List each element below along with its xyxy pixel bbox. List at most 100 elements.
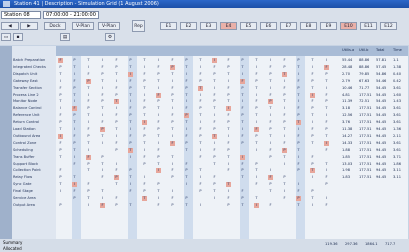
grid-cell[interactable]: F — [72, 106, 77, 112]
grid-cell[interactable]: I — [58, 133, 63, 139]
grid-cell[interactable]: F — [128, 79, 133, 84]
grid-cell[interactable]: I — [114, 79, 119, 84]
grid-cell[interactable]: I — [296, 72, 301, 77]
grid-cell[interactable]: T — [240, 175, 245, 180]
grid-cell[interactable]: P — [198, 189, 203, 194]
grid-cell[interactable]: T — [128, 147, 133, 153]
grid-cell[interactable]: P — [72, 58, 77, 63]
grid-cell[interactable]: F — [142, 127, 147, 132]
grid-cell[interactable]: F — [184, 79, 189, 84]
grid-cell[interactable]: T — [198, 168, 203, 173]
grid-cell[interactable]: P — [268, 182, 273, 187]
grid-cell[interactable]: P — [114, 120, 119, 125]
grid-cell[interactable]: F — [114, 86, 119, 91]
grid-cell[interactable]: T — [114, 99, 119, 105]
time-range-select[interactable]: 07:00:00 - 21:00:00 — [43, 11, 99, 19]
grid-cell[interactable]: P — [72, 113, 77, 118]
grid-cell[interactable]: T — [324, 79, 329, 84]
grid-cell[interactable]: T — [170, 127, 175, 132]
grid-cell[interactable]: F — [268, 203, 273, 208]
grid-cell[interactable]: T — [184, 65, 189, 70]
grid-cell[interactable]: I — [268, 141, 273, 146]
grid-cell[interactable]: P — [156, 72, 161, 77]
grid-cell[interactable]: F — [170, 196, 175, 201]
grid-cell[interactable]: F — [226, 141, 231, 146]
grid-cell[interactable]: F — [142, 155, 147, 160]
grid-cell[interactable]: I — [86, 148, 91, 153]
chart-icon[interactable]: ▤ — [60, 33, 70, 41]
grid-cell[interactable]: T — [142, 196, 147, 201]
grid-cell[interactable]: I — [268, 168, 273, 173]
grid-cell[interactable]: F — [310, 99, 315, 104]
grid-cell[interactable]: F — [282, 58, 287, 63]
grid-cell[interactable]: I — [100, 58, 105, 63]
grid-cell[interactable]: P — [142, 162, 147, 167]
grid-cell[interactable]: T — [100, 106, 105, 111]
grid-cell[interactable]: T — [296, 65, 301, 70]
grid-cell[interactable]: P — [212, 72, 217, 77]
grid-cell[interactable]: T — [240, 203, 245, 208]
grid-cell[interactable]: T — [128, 65, 133, 70]
grid-cell[interactable]: I — [156, 196, 161, 201]
grid-cell[interactable]: T — [240, 65, 245, 70]
grid-cell[interactable]: T — [282, 99, 287, 104]
grid-cell[interactable]: F — [254, 127, 259, 132]
grid-cell[interactable]: P — [114, 65, 119, 70]
grid-cell[interactable]: T — [170, 72, 175, 77]
grid-cell[interactable]: P — [170, 93, 175, 98]
grid-cell[interactable]: T — [86, 113, 91, 118]
grid-cell[interactable]: T — [296, 93, 301, 98]
grid-cell[interactable]: P — [114, 148, 119, 153]
grid-cell[interactable]: I — [100, 113, 105, 118]
grid-cell[interactable]: T — [296, 148, 301, 153]
grid-cell[interactable]: I — [212, 113, 217, 118]
grid-cell[interactable]: T — [310, 86, 315, 91]
grid-cell[interactable]: I — [282, 162, 287, 167]
grid-cell[interactable]: P — [296, 86, 301, 91]
grid-cell[interactable]: T — [198, 58, 203, 63]
grid-cell[interactable]: I — [212, 58, 217, 63]
grid-cell[interactable]: F — [212, 120, 217, 125]
grid-cell[interactable]: T — [100, 79, 105, 84]
grid-cell[interactable]: F — [268, 148, 273, 153]
grid-cell[interactable]: P — [184, 86, 189, 91]
grid-cell[interactable]: P — [184, 113, 189, 119]
grid-cell[interactable]: P — [268, 127, 273, 132]
grid-cell[interactable]: P — [268, 99, 273, 105]
grid-cell[interactable]: T — [142, 141, 147, 146]
grid-cell[interactable]: F — [72, 162, 77, 167]
grid-cell[interactable]: F — [142, 182, 147, 187]
grid-cell[interactable]: F — [268, 65, 273, 70]
tab-e8[interactable]: E8 — [300, 22, 317, 30]
grid-cell[interactable]: F — [58, 168, 63, 173]
grid-cell[interactable]: P — [100, 127, 105, 132]
nav-right-button[interactable]: ▶ — [20, 22, 38, 30]
grid-cell[interactable]: P — [156, 182, 161, 187]
grid-cell[interactable]: P — [254, 134, 259, 139]
grid-cell[interactable]: I — [184, 72, 189, 77]
grid-cell[interactable]: I — [198, 93, 203, 98]
grid-cell[interactable]: P — [170, 120, 175, 125]
grid-cell[interactable]: I — [128, 155, 133, 160]
grid-cell[interactable]: T — [142, 58, 147, 63]
grid-cell[interactable]: T — [282, 71, 287, 77]
grid-cell[interactable]: I — [128, 182, 133, 187]
grid-cell[interactable]: I — [58, 189, 63, 194]
grid-cell[interactable]: F — [324, 175, 329, 180]
grid-cell[interactable]: F — [254, 99, 259, 104]
grid-cell[interactable]: P — [142, 106, 147, 111]
grid-cell[interactable]: P — [184, 141, 189, 146]
grid-cell[interactable]: T — [86, 196, 91, 201]
grid-cell[interactable]: P — [198, 134, 203, 139]
grid-cell[interactable]: I — [100, 168, 105, 173]
grid-cell[interactable]: P — [142, 189, 147, 194]
grid-cell[interactable]: T — [324, 134, 329, 139]
grid-cell[interactable]: F — [128, 189, 133, 194]
grid-cell[interactable]: I — [240, 154, 245, 160]
grid-cell[interactable]: F — [226, 113, 231, 118]
grid-cell[interactable]: I — [282, 106, 287, 111]
grid-cell[interactable]: T — [198, 113, 203, 118]
grid-cell[interactable]: I — [184, 99, 189, 104]
grid-cell[interactable]: F — [198, 155, 203, 160]
grid-cell[interactable]: P — [324, 72, 329, 77]
